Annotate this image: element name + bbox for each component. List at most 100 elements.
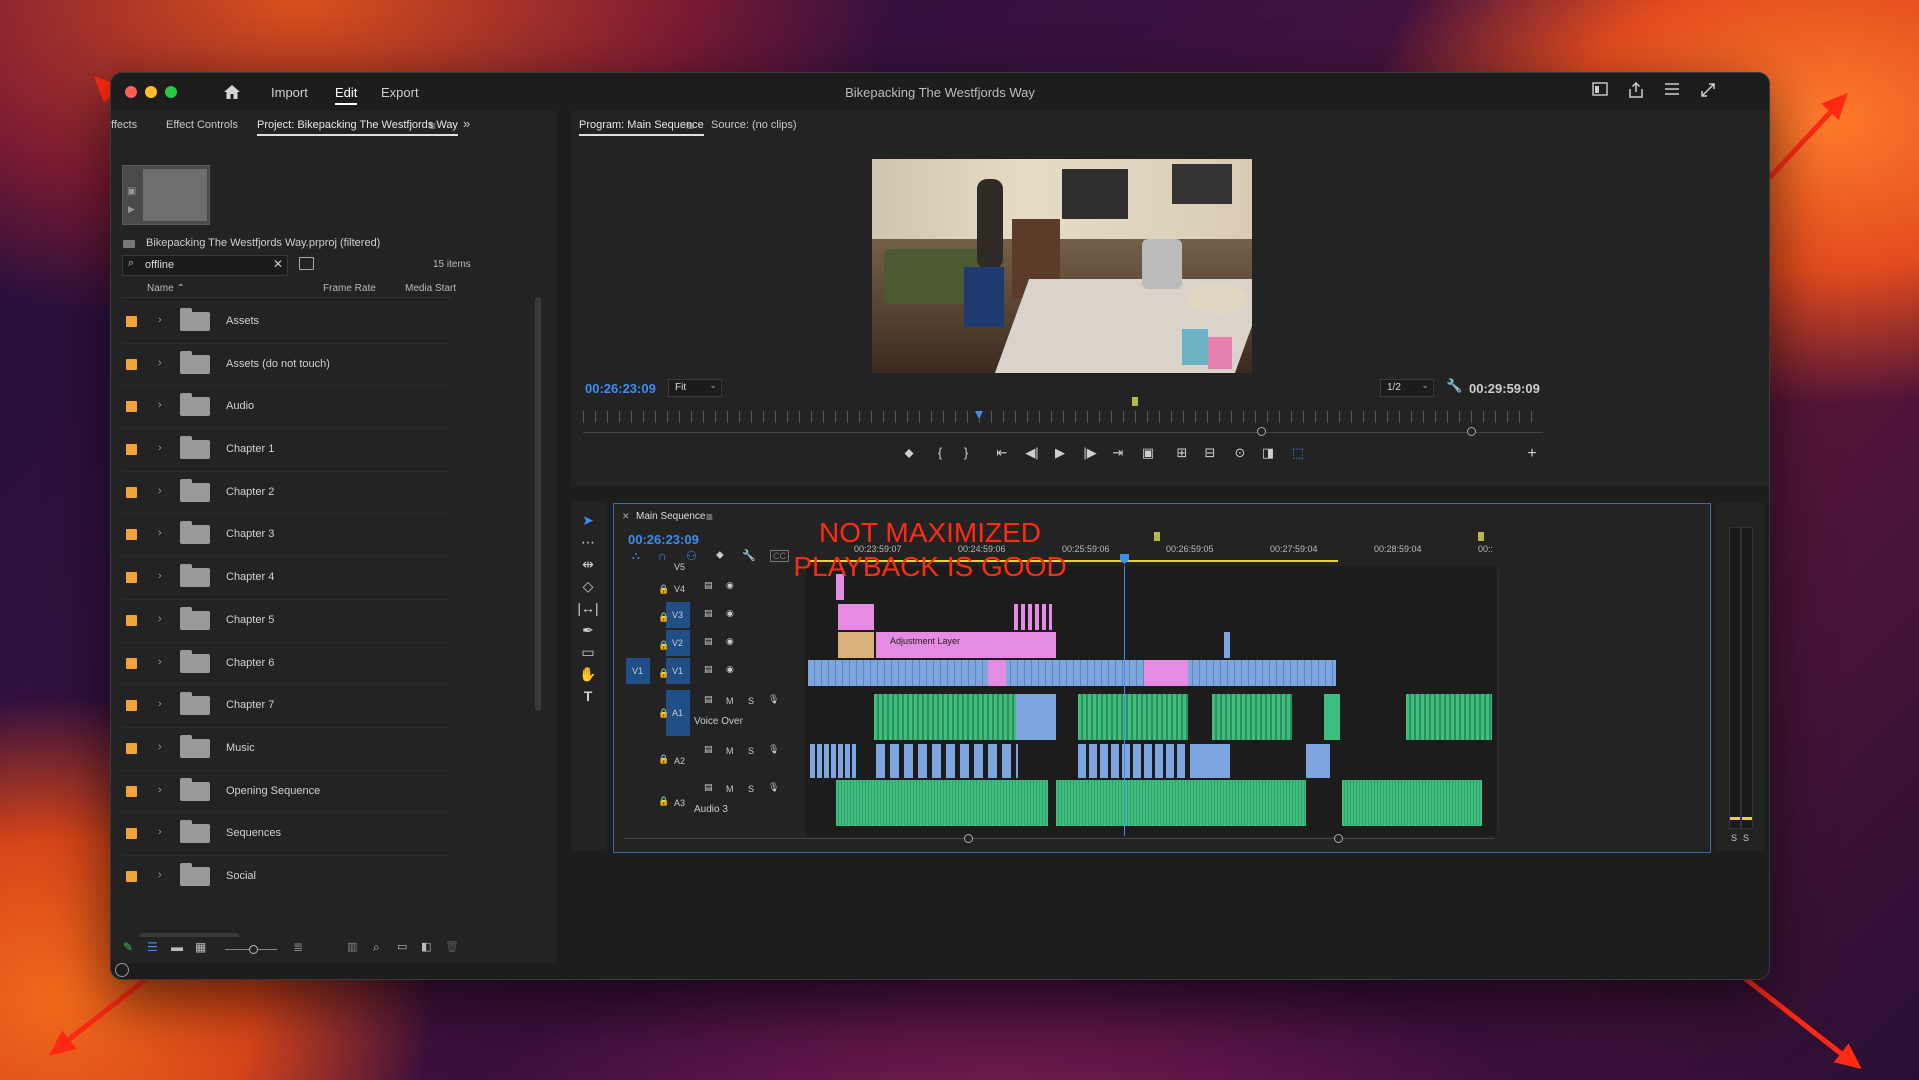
tab-project[interactable]: Project: Bikepacking The Westfjords Way <box>257 119 458 136</box>
microphone-icon[interactable]: 🎙 <box>768 782 779 793</box>
expand-chevron-icon[interactable]: › <box>158 442 162 454</box>
list-item[interactable]: › Sequences <box>122 813 452 856</box>
expand-chevron-icon[interactable]: › <box>158 570 162 582</box>
clip[interactable] <box>836 780 1048 826</box>
step-forward-button[interactable]: |▶ <box>1079 445 1101 461</box>
solo-button[interactable]: S <box>748 696 754 706</box>
clip[interactable] <box>1406 694 1492 740</box>
label-color[interactable] <box>126 486 137 498</box>
hand-tool-icon[interactable]: ✋ <box>577 663 599 685</box>
sync-lock-icon[interactable]: ▤ <box>704 664 713 675</box>
expand-panels-icon[interactable]: » <box>463 116 470 131</box>
sync-lock-icon[interactable]: ▤ <box>704 580 713 591</box>
clip[interactable] <box>988 660 1006 686</box>
track-target-v2[interactable]: V2 <box>666 630 690 656</box>
wrench-icon[interactable]: 🔧 <box>1446 378 1462 394</box>
track-lock-icon[interactable]: 🔒 <box>658 668 669 679</box>
clip[interactable] <box>838 632 874 658</box>
list-item[interactable]: › Audio <box>122 386 452 430</box>
track-target-v1[interactable]: V1 <box>666 658 690 684</box>
adjustment-layer-clip[interactable]: Adjustment Layer <box>876 632 1056 658</box>
clip[interactable] <box>1078 744 1188 778</box>
new-bin-icon[interactable]: ▭ <box>397 940 407 953</box>
label-color[interactable] <box>126 572 137 584</box>
mute-button[interactable]: M <box>726 696 734 706</box>
zoom-handle-right[interactable] <box>1467 427 1476 436</box>
playhead-line[interactable] <box>1124 566 1125 836</box>
sort-icon[interactable]: ≣ <box>293 940 303 954</box>
eye-icon[interactable]: ◉ <box>726 580 734 591</box>
new-search-bin-icon[interactable] <box>299 257 314 270</box>
icon-view-icon[interactable]: ▬ <box>171 940 183 954</box>
resolution-dropdown[interactable]: 1/2 ⌄ <box>1380 379 1434 397</box>
tab-effects[interactable]: ffects <box>111 119 137 131</box>
track-lock-icon[interactable]: 🔒 <box>658 640 669 651</box>
list-item[interactable]: › Music <box>122 728 452 771</box>
workspace-icon[interactable] <box>1591 82 1609 100</box>
solo-left-button[interactable]: S <box>1731 833 1737 843</box>
label-color[interactable] <box>126 358 137 370</box>
zoom-bar[interactable] <box>583 432 1543 433</box>
zoom-handle-left[interactable] <box>1257 427 1266 436</box>
track-target-v3[interactable]: V3 <box>666 602 690 628</box>
clip[interactable] <box>1190 744 1230 778</box>
trash-icon[interactable]: 🗑 <box>445 940 459 953</box>
list-view-icon[interactable]: ☰ <box>147 940 158 954</box>
search-box[interactable]: ⌕ offline ✕ <box>122 255 288 276</box>
insert-button[interactable]: ⊟ <box>1199 445 1221 461</box>
mute-button[interactable]: M <box>726 746 734 756</box>
clip[interactable] <box>876 744 1018 778</box>
panel-menu-icon[interactable] <box>1663 82 1681 100</box>
clip[interactable] <box>1342 780 1482 826</box>
label-color[interactable] <box>126 444 137 456</box>
eye-icon[interactable]: ◉ <box>726 608 734 619</box>
sync-lock-icon[interactable]: ▤ <box>704 636 713 647</box>
label-color[interactable] <box>126 742 137 754</box>
solo-right-button[interactable]: S <box>1743 833 1749 843</box>
automate-icon[interactable]: ▥ <box>347 940 357 953</box>
eye-icon[interactable]: ◉ <box>726 664 734 675</box>
track-lock-icon[interactable]: 🔒 <box>658 612 669 623</box>
fit-dropdown[interactable]: Fit ⌄ <box>668 379 722 397</box>
ripple-edit-tool-icon[interactable]: ⇹ <box>577 553 599 575</box>
track-lock-icon[interactable]: 🔒 <box>658 754 669 765</box>
expand-chevron-icon[interactable]: › <box>158 357 162 369</box>
tab-source-monitor[interactable]: Source: (no clips) <box>711 119 797 131</box>
solo-button[interactable]: S <box>748 746 754 756</box>
zoom-handle-left[interactable] <box>964 834 973 843</box>
slip-tool-icon[interactable]: |↔| <box>577 597 599 619</box>
clip[interactable] <box>1056 780 1306 826</box>
source-patch-v1[interactable]: V1 <box>626 658 650 684</box>
add-button[interactable]: + <box>1521 445 1543 463</box>
expand-chevron-icon[interactable]: › <box>158 698 162 710</box>
search-input[interactable]: offline <box>145 259 174 271</box>
tab-main-sequence[interactable]: Main Sequence <box>636 511 706 522</box>
track-select-tool-icon[interactable]: ⋯ <box>577 531 599 553</box>
expand-chevron-icon[interactable]: › <box>158 399 162 411</box>
clip[interactable] <box>1306 744 1330 778</box>
rectangle-tool-icon[interactable]: ▭ <box>577 641 599 663</box>
list-item[interactable]: › Assets (do not touch) <box>122 344 452 387</box>
label-color[interactable] <box>126 529 137 541</box>
panel-menu-icon[interactable]: ≡ <box>706 510 713 524</box>
clip[interactable] <box>1144 660 1188 686</box>
label-color[interactable] <box>126 614 137 626</box>
expand-chevron-icon[interactable]: › <box>158 741 162 753</box>
list-item[interactable]: › Chapter 5 <box>122 600 452 643</box>
list-item[interactable]: › Opening Sequence <box>122 771 452 814</box>
program-scrubber[interactable] <box>583 411 1543 423</box>
list-item[interactable]: › Chapter 1 <box>122 429 452 472</box>
clip[interactable] <box>1016 694 1056 740</box>
new-item-icon[interactable]: ◧ <box>421 940 431 953</box>
sync-lock-icon[interactable]: ▤ <box>704 608 713 619</box>
razor-tool-icon[interactable]: ◇ <box>577 575 599 597</box>
play-button[interactable]: ▶ <box>1049 445 1071 461</box>
expand-chevron-icon[interactable]: › <box>158 869 162 881</box>
expand-chevron-icon[interactable]: › <box>158 656 162 668</box>
label-color[interactable] <box>126 870 137 882</box>
go-to-out-button[interactable]: ⇥ <box>1107 445 1129 461</box>
extract-button[interactable]: ⊞ <box>1171 445 1193 461</box>
clip[interactable] <box>1224 632 1230 658</box>
snap-icon[interactable]: ∩ <box>658 549 667 563</box>
mark-in-button[interactable]: { <box>929 445 951 460</box>
